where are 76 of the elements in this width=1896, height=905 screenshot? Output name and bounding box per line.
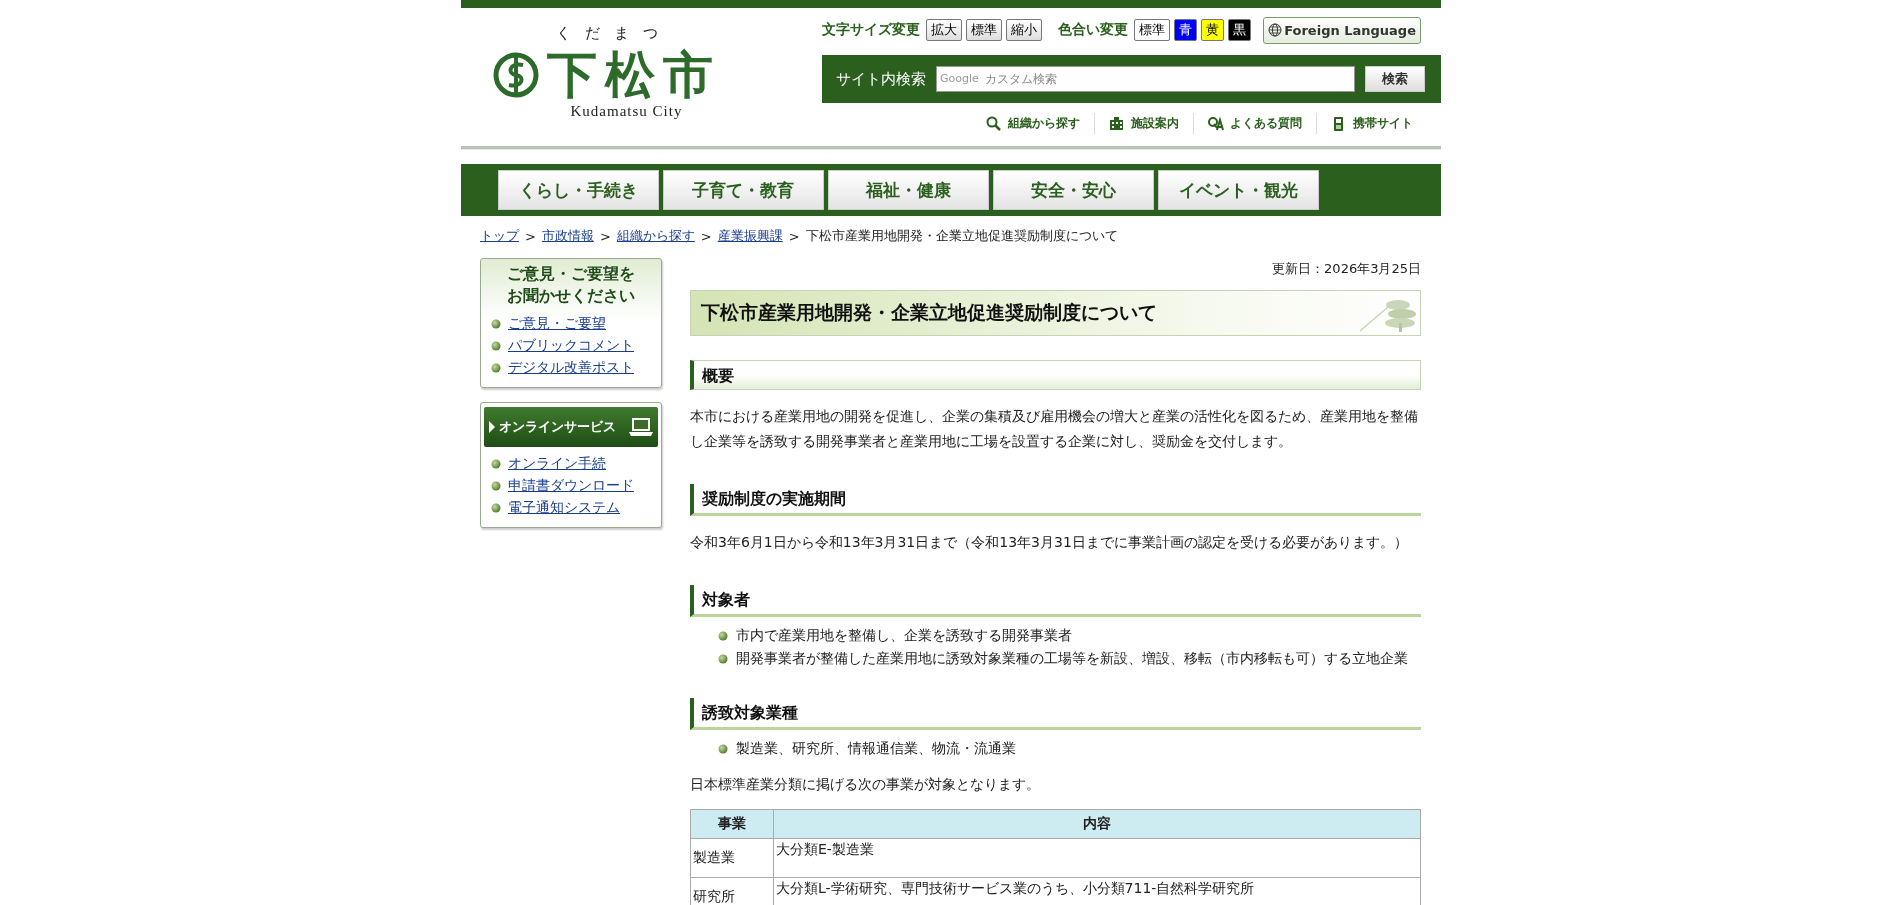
sidebar-link[interactable]: 申請書ダウンロード [508,477,634,495]
table-cell: 製造業 [690,838,774,878]
color-scheme-label: 色合い変更 [1058,21,1128,39]
paragraph: 本市における産業用地の開発を促進し、企業の集積及び雇用機会の増大と産業の活性化を図るため、産業用地を整備し企業等を誘致する開発事業者と産業用地に工場を設置する企業に対し、奨励金を交付します。 [690,407,1419,451]
foreign-language-button[interactable]: Foreign Language [1263,16,1421,44]
panel-title: オンラインサービス [499,418,617,436]
list-item: 製造業、研究所、情報通信業、物流・流通業 [736,740,1016,758]
color-scheme-button[interactable]: 黄 [1201,19,1224,41]
table-cell: 研究所 [690,877,774,905]
nav-tab[interactable]: くらし・手続き [497,170,659,210]
bullet-icon [491,459,501,469]
logo-reading: くだまつ [555,24,672,43]
nav-tab[interactable]: 福祉・健康 [827,170,989,210]
update-date: 更新日：2026年3月25日 [1271,260,1421,278]
google-mark: Google [940,72,979,85]
sidebar-link[interactable]: パブリックコメント [508,337,634,355]
text-size-button[interactable]: 標準 [966,19,1002,41]
bullet-icon [491,503,501,513]
laptop-icon [628,417,654,437]
color-scheme-button[interactable]: 青 [1174,19,1197,41]
section-heading: 対象者 [690,585,1421,617]
nav-tab[interactable]: イベント・観光 [1157,170,1319,210]
panel-title: お聞かせください [507,285,635,307]
breadcrumb-link[interactable]: 市政情報 [541,227,594,245]
breadcrumb-link[interactable]: 産業振興課 [717,227,783,245]
panel-title: ご意見・ご要望を [507,263,635,285]
text-size-button[interactable]: 縮小 [1006,19,1042,41]
column-header: 事業 [690,809,774,839]
color-scheme-button[interactable]: 標準 [1134,19,1170,41]
utility-link[interactable]: よくある質問 [1193,113,1316,134]
nav-tab[interactable]: 安全・安心 [992,170,1154,210]
bullet-icon [491,363,501,373]
bullet-icon [491,319,501,329]
bullet-icon [718,631,728,641]
section-heading: 奨励制度の実施期間 [690,484,1421,516]
paragraph: 日本標準産業分類に掲げる次の事業が対象となります。 [690,775,1041,794]
list-item: 市内で産業用地を整備し、企業を誘致する開発事業者 [736,627,1072,645]
text-size-label: 文字サイズ変更 [822,21,920,39]
qa-icon [1208,115,1224,132]
city-name: 下松市 [546,47,721,103]
sidebar-link[interactable]: デジタル改善ポスト [508,359,634,377]
bullet-icon [491,341,501,351]
column-header: 内容 [773,809,1421,839]
utility-link[interactable]: 施設案内 [1094,113,1193,134]
emblem-icon [492,52,539,98]
sidebar-link[interactable]: ご意見・ご要望 [508,315,606,333]
utility-link[interactable]: 携帯サイト [1316,113,1427,134]
building-icon [1109,115,1125,132]
section-heading: 誘致対象業種 [690,698,1421,730]
section-heading: 概要 [690,360,1421,390]
triangle-icon [488,420,496,434]
utility-link[interactable]: 組織から探す [972,113,1094,134]
text-size-button[interactable]: 拡大 [926,19,962,41]
search-icon [986,115,1002,132]
breadcrumb-separator: > [700,228,712,244]
breadcrumb-separator: > [599,228,611,244]
breadcrumb-separator: > [788,228,800,244]
breadcrumb-link[interactable]: 組織から探す [616,227,695,245]
bullet-icon [718,654,728,664]
table-cell: 大分類E-製造業 [773,838,1421,878]
breadcrumb-separator: > [525,228,536,244]
globe-icon [1268,23,1283,37]
paragraph: 令和3年6月1日から令和13年3月31日まで（令和13年3月31日までに事業計画の認定を受ける必要があります。） [690,533,1409,552]
sidebar-link[interactable]: オンライン手続 [508,455,606,473]
color-scheme-button[interactable]: 黒 [1228,19,1251,41]
search-button[interactable]: 検索 [1365,66,1425,92]
breadcrumb-link[interactable]: トップ [480,227,519,245]
bullet-icon [718,744,728,754]
search-label: サイト内検索 [836,69,926,89]
page-title: 下松市産業用地開発・企業立地促進奨励制度について [701,300,1157,325]
nav-tab[interactable]: 子育て・教育 [662,170,824,210]
breadcrumb-current: 下松市産業用地開発・企業立地促進奨励制度について [805,227,1118,245]
sidebar-link[interactable]: 電子通知システム [508,499,620,517]
city-name-roman: Kudamatsu City [570,103,683,120]
list-item: 開発事業者が整備した産業用地に誘致対象業種の工場等を新設、増設、移転（市内移転も可）する立地企業 [736,650,1408,668]
bullet-icon [491,481,501,491]
